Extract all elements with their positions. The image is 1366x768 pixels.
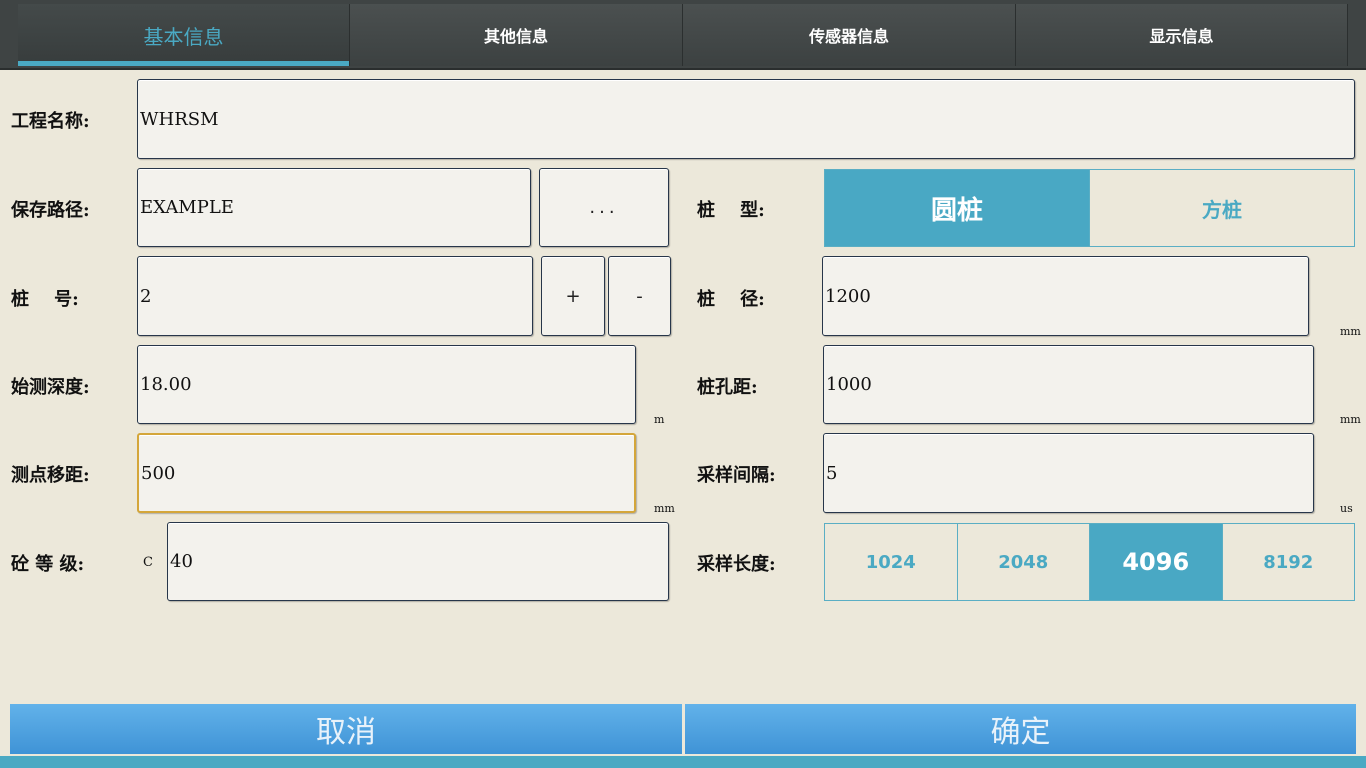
point-offset-label: 测点移距: [11, 465, 90, 486]
pile-type-label: 桩 型: [697, 200, 765, 221]
project-name-label: 工程名称: [11, 111, 90, 132]
tab-basic-info[interactable]: 基本信息 [18, 4, 350, 66]
pile-type-selector: 圆桩 方桩 [824, 169, 1355, 247]
pile-number-decrement-button[interactable]: - [608, 256, 671, 336]
concrete-grade-prefix: C [143, 555, 153, 570]
concrete-grade-input[interactable]: 40 [167, 522, 669, 601]
tab-sensor-info[interactable]: 传感器信息 [683, 4, 1016, 66]
pile-diameter-input[interactable]: 1200 [822, 256, 1309, 336]
project-name-input[interactable]: WHRSM [137, 79, 1355, 159]
sample-length-option-8192[interactable]: 8192 [1223, 524, 1355, 600]
browse-button[interactable]: ... [539, 168, 669, 247]
point-offset-input[interactable]: 500 [137, 433, 636, 513]
tab-display-info-label: 显示信息 [1149, 27, 1214, 46]
tab-display-info[interactable]: 显示信息 [1016, 4, 1348, 66]
start-depth-unit: m [654, 413, 665, 426]
cancel-button[interactable]: 取消 [10, 704, 682, 754]
sample-length-option-1024[interactable]: 1024 [825, 524, 958, 600]
tab-other-info-label: 其他信息 [483, 27, 548, 46]
hole-spacing-input[interactable]: 1000 [823, 345, 1314, 424]
pile-type-option-square[interactable]: 方桩 [1090, 170, 1354, 246]
concrete-grade-label: 砼 等 级: [11, 554, 85, 575]
sample-length-selector: 1024 2048 4096 8192 [824, 523, 1355, 601]
sample-length-option-4096[interactable]: 4096 [1090, 524, 1223, 600]
pile-number-input[interactable]: 2 [137, 256, 533, 336]
sample-length-option-2048[interactable]: 2048 [958, 524, 1090, 600]
bottom-accent-strip [0, 756, 1366, 768]
hole-spacing-label: 桩孔距: [697, 377, 758, 398]
save-path-input[interactable]: EXAMPLE [137, 168, 531, 247]
pile-number-increment-button[interactable]: + [541, 256, 605, 336]
tab-basic-info-label: 基本信息 [143, 24, 224, 49]
pile-diameter-unit: mm [1340, 325, 1361, 338]
point-offset-unit: mm [654, 502, 675, 515]
pile-number-label: 桩 号: [11, 289, 79, 310]
pile-type-option-round[interactable]: 圆桩 [825, 170, 1090, 246]
sample-interval-label: 采样间隔: [697, 465, 776, 486]
sample-interval-input[interactable]: 5 [823, 433, 1314, 513]
confirm-button[interactable]: 确定 [685, 704, 1356, 754]
start-depth-label: 始测深度: [11, 377, 90, 398]
tab-bar: 基本信息 其他信息 传感器信息 显示信息 [0, 0, 1366, 70]
save-path-label: 保存路径: [11, 200, 90, 221]
start-depth-input[interactable]: 18.00 [137, 345, 636, 424]
sample-length-label: 采样长度: [697, 554, 776, 575]
pile-diameter-label: 桩 径: [697, 289, 765, 310]
tab-other-info[interactable]: 其他信息 [350, 4, 683, 66]
hole-spacing-unit: mm [1340, 413, 1361, 426]
tab-sensor-info-label: 传感器信息 [808, 27, 889, 46]
sample-interval-unit: us [1340, 502, 1353, 515]
